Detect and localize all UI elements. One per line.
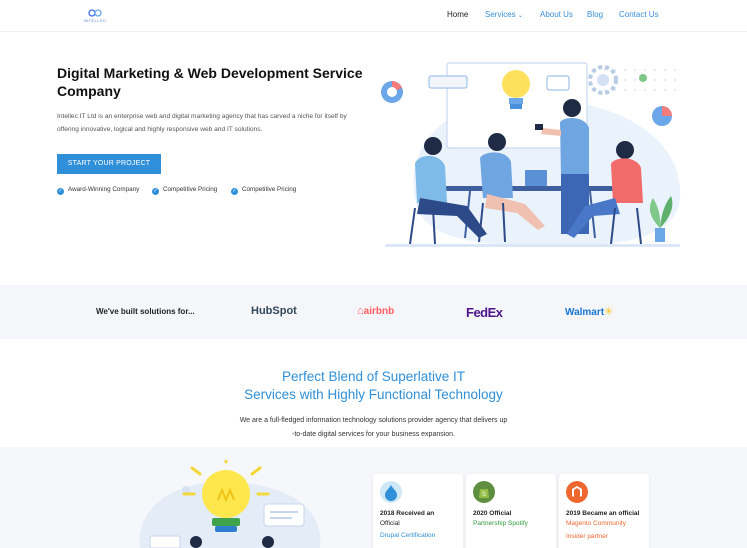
walmart-logo: Walmart✳ xyxy=(565,305,613,318)
check-label: Competitive Pricing xyxy=(242,186,297,193)
card-line3: Drupal Certification xyxy=(380,532,436,539)
check-item: ✓ Competitive Pricing xyxy=(231,186,296,195)
airbnb-wordmark: airbnb xyxy=(363,306,395,317)
award-card: 2018 Received an Official Drupal Certifi… xyxy=(373,474,463,548)
card-line3: Insider partner xyxy=(566,533,608,540)
airbnb-icon: ⌂ xyxy=(357,305,364,317)
nav-about[interactable]: About Us xyxy=(540,10,573,19)
card-line1: 2020 Official xyxy=(473,510,512,517)
team-meeting-illustration xyxy=(381,62,681,247)
check-item: ✓ Award-Winning Company xyxy=(57,186,139,195)
logo-mark-icon xyxy=(88,9,102,17)
nav-blog[interactable]: Blog xyxy=(587,10,603,19)
nav-services-label: Services xyxy=(485,10,516,19)
shopify-icon: S xyxy=(473,481,495,503)
walmart-wordmark: Walmart xyxy=(565,307,605,318)
idea-bulb-illustration xyxy=(139,460,321,548)
check-circle-icon: ✓ xyxy=(231,188,238,195)
magento-icon xyxy=(566,481,588,503)
nav-contact[interactable]: Contact Us xyxy=(619,10,659,19)
logo-text: INTELLEC xyxy=(83,18,107,23)
site-header: INTELLEC Home Services ⌄ About Us Blog C… xyxy=(0,0,747,32)
card-line2: Partnership Spotify xyxy=(473,520,528,527)
section-desc-line2: -to-date digital services for your busin… xyxy=(291,431,456,438)
walmart-spark-icon: ✳ xyxy=(604,306,614,318)
award-card: S 2020 Official Partnership Spotify xyxy=(466,474,556,548)
hero-description: Intellec IT Ltd is an enterprise web and… xyxy=(57,113,347,133)
check-circle-icon: ✓ xyxy=(152,188,159,195)
card-line1: 2019 Became an official xyxy=(566,510,640,517)
magento-m-shape xyxy=(572,486,582,497)
section-desc-line1: We are a full-fledged information techno… xyxy=(239,417,508,424)
fedex-wordmark: FedEx xyxy=(466,305,503,320)
hero-title: Digital Marketing & Web Development Serv… xyxy=(57,65,363,99)
nav-services[interactable]: Services ⌄ xyxy=(485,10,523,19)
hubspot-logo: HubSpot xyxy=(251,305,297,317)
svg-text:S: S xyxy=(482,492,486,498)
drupal-drop-shape xyxy=(385,485,397,501)
award-card: 2019 Became an official Magento Communit… xyxy=(559,474,649,548)
card-line2: Official xyxy=(380,520,400,527)
section-title-line2: Services with Highly Functional Technolo… xyxy=(244,387,503,402)
nav-home[interactable]: Home xyxy=(447,10,468,19)
clients-label: We've built solutions for... xyxy=(96,307,195,316)
check-circle-icon: ✓ xyxy=(57,188,64,195)
airbnb-logo: ⌂airbnb xyxy=(357,305,394,317)
check-label: Competitive Pricing xyxy=(163,186,218,193)
fedex-logo: FedEx xyxy=(466,305,503,320)
shopify-bag-shape: S xyxy=(479,489,489,498)
start-project-button[interactable]: START YOUR PROJECT xyxy=(57,154,161,174)
section-title-line1: Perfect Blend of Superlative IT xyxy=(281,369,466,384)
check-label: Award-Winning Company xyxy=(68,186,140,193)
logo[interactable]: INTELLEC xyxy=(78,9,112,23)
drupal-icon xyxy=(380,481,402,503)
clients-band: We've built solutions for... HubSpot ⌂ai… xyxy=(0,285,747,339)
chevron-down-icon: ⌄ xyxy=(517,13,523,19)
card-line2: Magento Community xyxy=(566,520,626,527)
check-item: ✓ Competitive Pricing xyxy=(152,186,217,195)
card-line1: 2018 Received an xyxy=(380,510,435,517)
